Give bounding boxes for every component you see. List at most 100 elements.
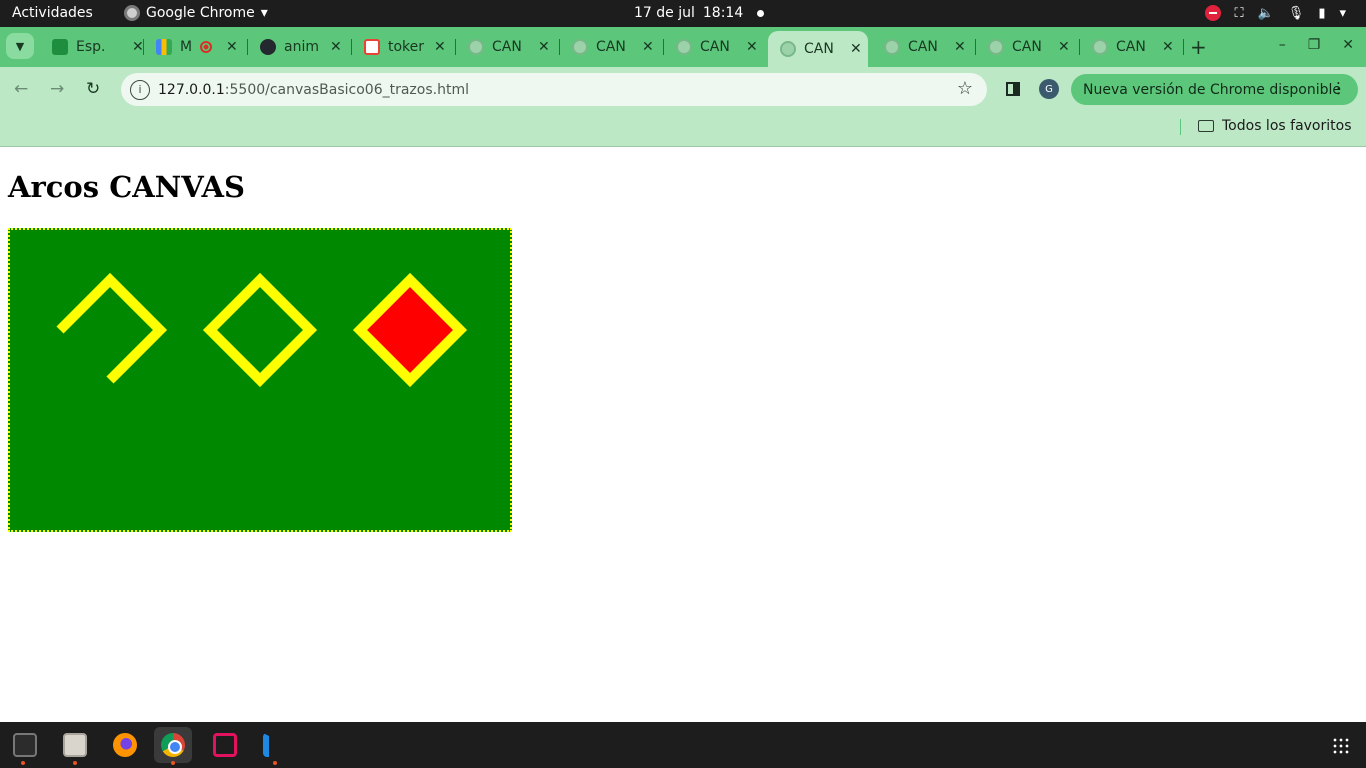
tab-strip: ▼ Esp. ✕ M ✕ anim ✕ toker ✕ CAN ✕ CAN ✕ bbox=[0, 27, 1366, 67]
tab-11[interactable]: CAN ✕ bbox=[1080, 31, 1184, 63]
chrome-mini-icon bbox=[124, 5, 140, 21]
tab-6[interactable]: CAN ✕ bbox=[560, 31, 664, 63]
url-path: :5500/canvasBasico06_trazos.html bbox=[224, 81, 469, 98]
app-name: Google Chrome bbox=[146, 5, 255, 21]
back-icon[interactable]: ← bbox=[14, 79, 28, 99]
open-diamond-stroke bbox=[56, 272, 168, 384]
tab-9[interactable]: CAN ✕ bbox=[872, 31, 976, 63]
show-apps-icon[interactable] bbox=[1332, 737, 1350, 755]
url-host: 127.0.0.1 bbox=[158, 81, 225, 98]
tab-title: toker bbox=[388, 39, 424, 55]
close-icon[interactable]: ✕ bbox=[746, 39, 758, 55]
tab-search-button[interactable]: ▼ bbox=[6, 33, 34, 59]
chrome-update-button[interactable]: Nueva versión de Chrome disponible ⋮ bbox=[1071, 74, 1358, 105]
filled-diamond bbox=[352, 272, 468, 388]
tab-title: CAN bbox=[908, 39, 938, 55]
close-icon[interactable]: ✕ bbox=[538, 39, 550, 55]
volume-icon: 🔈 bbox=[1257, 5, 1274, 21]
forward-icon[interactable]: → bbox=[50, 79, 64, 99]
page-heading: Arcos CANVAS bbox=[8, 170, 245, 204]
page-content: Arcos CANVAS bbox=[0, 148, 1366, 722]
bookmark-star-icon[interactable]: ☆ bbox=[957, 78, 973, 99]
tab-2[interactable]: M ✕ bbox=[144, 31, 248, 63]
globe-icon bbox=[988, 39, 1004, 55]
globe-icon bbox=[780, 41, 796, 57]
close-icon[interactable]: ✕ bbox=[330, 39, 342, 55]
dock-screenshot[interactable] bbox=[206, 727, 244, 763]
tab-1[interactable]: Esp. ✕ bbox=[40, 31, 144, 63]
app-menu[interactable]: Google Chrome ▾ bbox=[124, 5, 268, 21]
tab-title: CAN bbox=[1012, 39, 1042, 55]
clock[interactable]: 17 de jul 18:14 bbox=[634, 5, 765, 21]
recording-icon bbox=[200, 41, 212, 53]
do-not-disturb-icon bbox=[1204, 5, 1221, 21]
chevron-down-icon: ▾ bbox=[1339, 5, 1346, 21]
folder-icon bbox=[1198, 120, 1214, 132]
address-bar[interactable]: i 127.0.0.1:5500/canvasBasico06_trazos.h… bbox=[121, 73, 987, 106]
globe-icon bbox=[572, 39, 588, 55]
microphone-icon: 🎙 bbox=[1287, 5, 1305, 21]
chevron-down-icon: ▼ bbox=[15, 39, 25, 53]
site-info-icon[interactable]: i bbox=[130, 79, 150, 100]
window-controls: – ❐ ✕ bbox=[1279, 37, 1354, 53]
close-icon[interactable]: ✕ bbox=[1058, 39, 1070, 55]
all-bookmarks-button[interactable]: Todos los favoritos bbox=[1198, 118, 1352, 134]
tab-4[interactable]: toker ✕ bbox=[352, 31, 456, 63]
tab-title: CAN bbox=[596, 39, 626, 55]
contacts-icon bbox=[52, 39, 68, 55]
tab-title: CAN bbox=[1116, 39, 1146, 55]
dock-chrome[interactable] bbox=[154, 727, 192, 765]
tab-10[interactable]: CAN ✕ bbox=[976, 31, 1080, 63]
globe-icon bbox=[1092, 39, 1108, 55]
close-icon[interactable]: ✕ bbox=[226, 39, 238, 55]
menu-dots-icon[interactable]: ⋮ bbox=[1331, 79, 1346, 97]
battery-icon: ▮ bbox=[1318, 5, 1326, 21]
screenshot-icon bbox=[213, 733, 237, 757]
restore-icon[interactable]: ❐ bbox=[1308, 37, 1321, 53]
tab-8-active[interactable]: CAN ✕ bbox=[768, 31, 868, 67]
dock bbox=[0, 722, 1366, 768]
minimize-icon[interactable]: – bbox=[1279, 37, 1286, 53]
tab-title: M bbox=[180, 39, 193, 55]
close-window-icon[interactable]: ✕ bbox=[1342, 37, 1354, 53]
close-icon[interactable]: ✕ bbox=[850, 41, 862, 57]
close-icon[interactable]: ✕ bbox=[954, 39, 966, 55]
tab-7[interactable]: CAN ✕ bbox=[664, 31, 768, 63]
tab-title: anim bbox=[284, 39, 319, 55]
system-tray[interactable]: ⛶ 🔈 🎙 ▮ ▾ bbox=[1204, 5, 1346, 21]
profile-avatar[interactable]: G bbox=[1039, 79, 1059, 99]
reload-icon[interactable]: ↻ bbox=[86, 79, 100, 99]
firefox-icon bbox=[113, 733, 137, 757]
activities-button[interactable]: Actividades bbox=[12, 5, 93, 21]
chrome-icon bbox=[161, 733, 185, 757]
clock-time: 18:14 bbox=[702, 5, 744, 21]
side-panel-icon[interactable] bbox=[1006, 82, 1020, 96]
close-icon[interactable]: ✕ bbox=[434, 39, 446, 55]
clock-date: 17 de jul bbox=[634, 5, 695, 21]
closed-diamond-stroke bbox=[202, 272, 318, 388]
close-icon[interactable]: ✕ bbox=[642, 39, 654, 55]
dock-vscode[interactable] bbox=[256, 727, 294, 765]
update-label: Nueva versión de Chrome disponible bbox=[1083, 81, 1341, 98]
dock-firefox[interactable] bbox=[106, 727, 144, 763]
browser-toolbar: ← → ↻ i 127.0.0.1:5500/canvasBasico06_tr… bbox=[0, 67, 1366, 112]
meet-icon bbox=[156, 39, 172, 55]
tab-5[interactable]: CAN ✕ bbox=[456, 31, 560, 63]
gmail-icon bbox=[364, 39, 380, 55]
caret-down-icon: ▾ bbox=[260, 5, 268, 21]
canvas-drawing bbox=[56, 272, 468, 388]
drawing-canvas bbox=[8, 228, 512, 532]
new-tab-button[interactable]: + bbox=[1190, 35, 1207, 59]
files-icon bbox=[63, 733, 87, 757]
terminal-icon bbox=[13, 733, 37, 757]
close-icon[interactable]: ✕ bbox=[132, 39, 144, 55]
close-icon[interactable]: ✕ bbox=[1162, 39, 1174, 55]
notification-dot-icon bbox=[757, 9, 765, 17]
tab-title: CAN bbox=[700, 39, 730, 55]
tab-3[interactable]: anim ✕ bbox=[248, 31, 352, 63]
dock-files[interactable] bbox=[56, 727, 94, 765]
bookmarks-separator bbox=[1180, 119, 1181, 135]
dock-terminal[interactable] bbox=[6, 727, 44, 765]
globe-icon bbox=[884, 39, 900, 55]
system-top-bar: Actividades Google Chrome ▾ 17 de jul 18… bbox=[0, 0, 1366, 27]
